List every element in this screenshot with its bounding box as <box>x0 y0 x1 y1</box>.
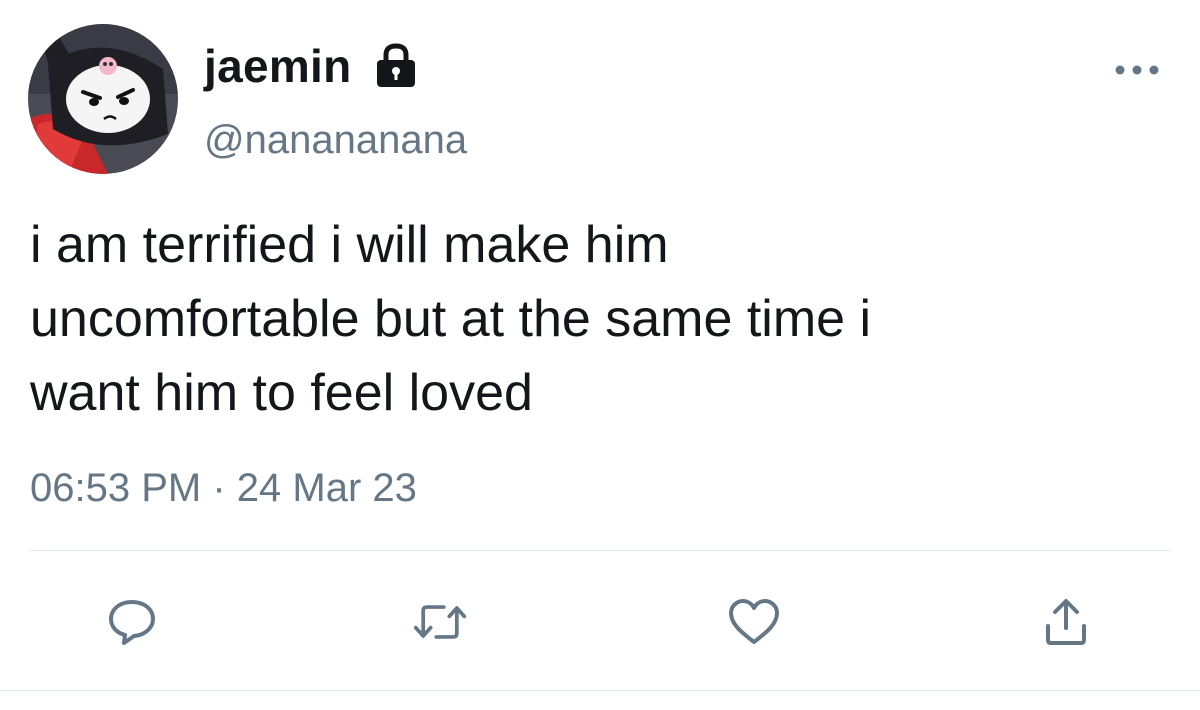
display-name-row: jaemin <box>204 40 418 92</box>
like-button[interactable] <box>726 594 782 650</box>
share-icon <box>1046 599 1086 645</box>
retweet-icon <box>413 605 467 639</box>
tweet-timestamp[interactable]: 06:53 PM · 24 Mar 23 <box>30 466 417 511</box>
tweet-time: 06:53 PM <box>30 466 202 510</box>
retweet-button[interactable] <box>412 594 468 650</box>
bottom-divider <box>0 690 1200 691</box>
reply-button[interactable] <box>104 594 160 650</box>
user-handle[interactable]: @nanananana <box>204 118 467 163</box>
more-options-icon[interactable] <box>1112 58 1162 82</box>
tweet-text: i am terrified i will make him uncomfort… <box>30 216 872 422</box>
heart-icon <box>729 599 779 644</box>
divider <box>30 550 1170 551</box>
avatar[interactable] <box>28 24 178 174</box>
display-name[interactable]: jaemin <box>204 39 352 93</box>
tweet-date: 24 Mar 23 <box>236 466 417 510</box>
kuromi-avatar-icon <box>28 24 178 174</box>
lock-icon <box>374 43 418 89</box>
reply-icon <box>109 600 155 645</box>
share-button[interactable] <box>1038 594 1094 650</box>
timestamp-separator: · <box>212 466 226 510</box>
tweet-card: jaemin @nanananana i am terrified i will… <box>0 0 1200 710</box>
